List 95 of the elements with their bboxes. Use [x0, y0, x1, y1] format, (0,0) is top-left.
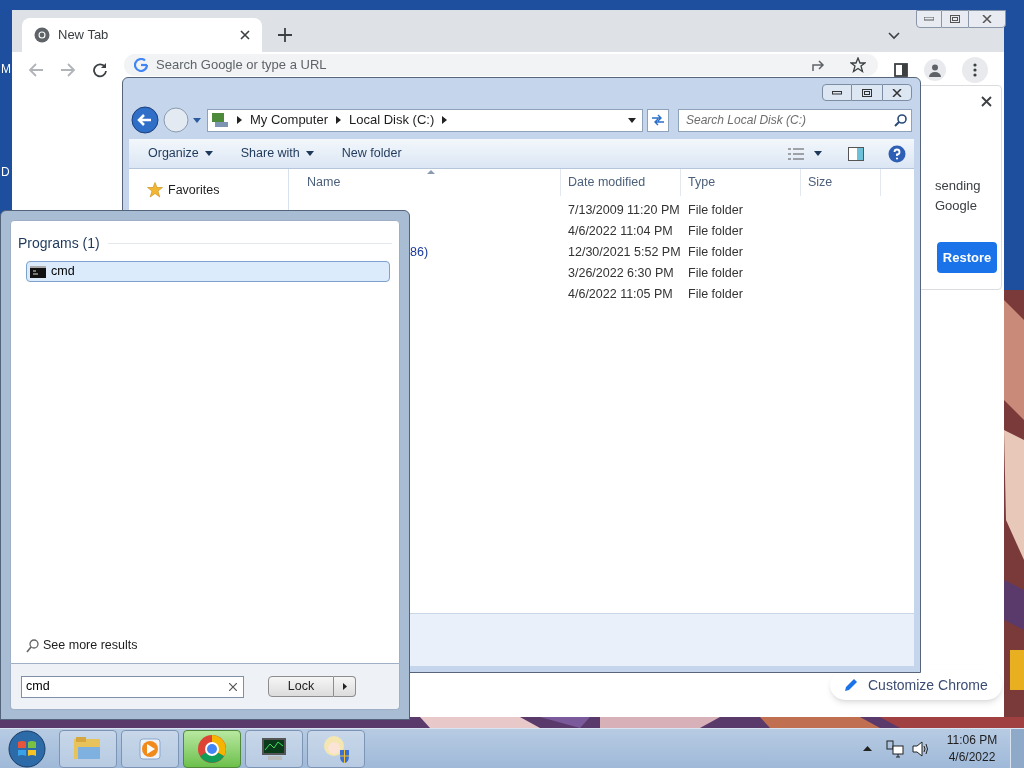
date-cell-text: 4/6/2022 11:04 PM	[567, 223, 674, 241]
chrome-icon	[197, 733, 227, 764]
search-icon	[26, 638, 39, 653]
nav-item[interactable]: Favorites	[147, 181, 288, 200]
date-cell-text: 4/6/2022 11:05 PM	[567, 286, 674, 304]
chevron-down-icon[interactable]	[888, 32, 900, 40]
toolbar-button[interactable]: New folder	[332, 141, 411, 166]
refresh-button[interactable]	[647, 108, 669, 132]
menu-button[interactable]	[962, 57, 988, 83]
lock-button[interactable]: Lock	[268, 676, 334, 697]
google-icon	[134, 58, 148, 72]
restore-button[interactable]: Restore	[937, 242, 997, 273]
dropdown-icon[interactable]	[628, 117, 636, 123]
minimize-icon	[832, 90, 842, 95]
notice-text: sending Google	[935, 177, 981, 215]
power-options-button[interactable]	[334, 676, 356, 697]
group-heading: Programs (1)	[18, 234, 100, 253]
arrow-right-icon	[342, 683, 347, 690]
minimize-button[interactable]	[822, 84, 852, 101]
customize-chrome-button[interactable]: Customize Chrome	[830, 670, 1002, 700]
file-name[interactable]: 86)	[410, 245, 429, 260]
chevron-right-icon[interactable]	[237, 116, 242, 124]
minimize-icon	[924, 17, 934, 21]
taskbar-button[interactable]	[245, 729, 303, 768]
maximize-button[interactable]	[852, 84, 882, 101]
back-button-icon[interactable]	[131, 106, 159, 134]
search-placeholder: Search Local Disk (C:)	[686, 112, 808, 129]
taskbar-button[interactable]	[183, 729, 241, 768]
reload-icon[interactable]	[92, 62, 108, 78]
network-icon[interactable]	[886, 739, 904, 758]
toolbar-button[interactable]: Share with	[231, 141, 323, 166]
view-caret-icon	[814, 151, 822, 156]
help-icon[interactable]	[888, 144, 906, 163]
type-cell-text: File folder	[687, 223, 744, 241]
toolbar-button[interactable]: Organize	[139, 141, 222, 166]
preview-pane-icon[interactable]	[848, 146, 864, 161]
date-cell-text: 3/26/2022 6:30 PM	[567, 265, 675, 283]
taskbar-button[interactable]	[307, 729, 365, 768]
chrome-icon	[34, 27, 50, 43]
play-icon	[137, 735, 163, 762]
person-icon	[928, 63, 942, 77]
column-header[interactable]: Date modified	[561, 169, 681, 196]
breadcrumb-item[interactable]: Local Disk (C:)	[349, 110, 435, 130]
search-field[interactable]: Search Local Disk (C:)	[678, 108, 912, 132]
show-hidden-icons-icon[interactable]	[863, 746, 872, 751]
profile-button[interactable]	[924, 59, 946, 81]
pencil-icon	[844, 678, 858, 692]
tab-title: New Tab	[58, 26, 110, 45]
close-icon	[982, 15, 992, 23]
chevron-right-icon[interactable]	[442, 116, 448, 124]
column-header[interactable]: Type	[681, 169, 801, 196]
close-button[interactable]	[968, 10, 1006, 28]
breadcrumb-item[interactable]: My Computer	[250, 110, 329, 130]
address-bar[interactable]: My Computer Local Disk (C:)	[207, 108, 643, 132]
column-header[interactable]: Size	[801, 169, 881, 196]
search-field[interactable]: cmd	[21, 675, 244, 698]
close-icon	[892, 88, 902, 97]
figure-with-shield-icon	[321, 733, 351, 764]
caret-icon	[305, 151, 314, 156]
close-button[interactable]	[882, 84, 912, 101]
date-cell-text: 7/13/2009 11:20 PM	[567, 202, 681, 220]
desktop-label: D	[1, 164, 10, 181]
maximize-icon	[950, 15, 960, 23]
caret-icon	[204, 151, 213, 156]
type-cell-text: File folder	[687, 244, 744, 262]
search-icon	[894, 113, 907, 127]
close-icon[interactable]	[981, 96, 992, 107]
address-placeholder: Search Google or type a URL	[156, 56, 328, 75]
star-icon[interactable]	[850, 57, 866, 73]
clock[interactable]: 11:06 PM 4/6/2022	[944, 731, 1000, 766]
browser-tab[interactable]: New Tab	[22, 18, 262, 52]
maximize-button[interactable]	[942, 10, 968, 28]
sort-arrow-icon	[427, 170, 435, 174]
date-cell-text: 12/30/2021 5:52 PM	[567, 244, 681, 262]
star-icon	[147, 182, 163, 199]
terminal-icon	[30, 265, 46, 278]
clear-icon[interactable]	[229, 682, 237, 691]
address-bar[interactable]: Search Google or type a URL	[124, 54, 878, 76]
menu-icon	[973, 63, 977, 77]
volume-icon[interactable]	[912, 740, 930, 757]
maximize-icon	[862, 88, 872, 97]
see-more-link[interactable]: See more results	[18, 636, 392, 663]
close-icon[interactable]	[240, 30, 250, 40]
column-header[interactable]: Name	[289, 169, 561, 196]
type-cell-text: File folder	[687, 265, 744, 283]
type-cell-text: File folder	[687, 202, 744, 220]
start-button-icon[interactable]	[8, 729, 46, 768]
refresh-icon	[651, 114, 665, 126]
desktop-label: M	[1, 61, 11, 78]
chevron-right-icon[interactable]	[336, 116, 342, 124]
type-cell-text: File folder	[687, 286, 744, 304]
side-panel-icon[interactable]	[894, 63, 908, 77]
new-tab-icon[interactable]	[278, 28, 292, 42]
search-input[interactable]: cmd	[26, 677, 229, 696]
search-result[interactable]: cmd	[26, 261, 390, 282]
